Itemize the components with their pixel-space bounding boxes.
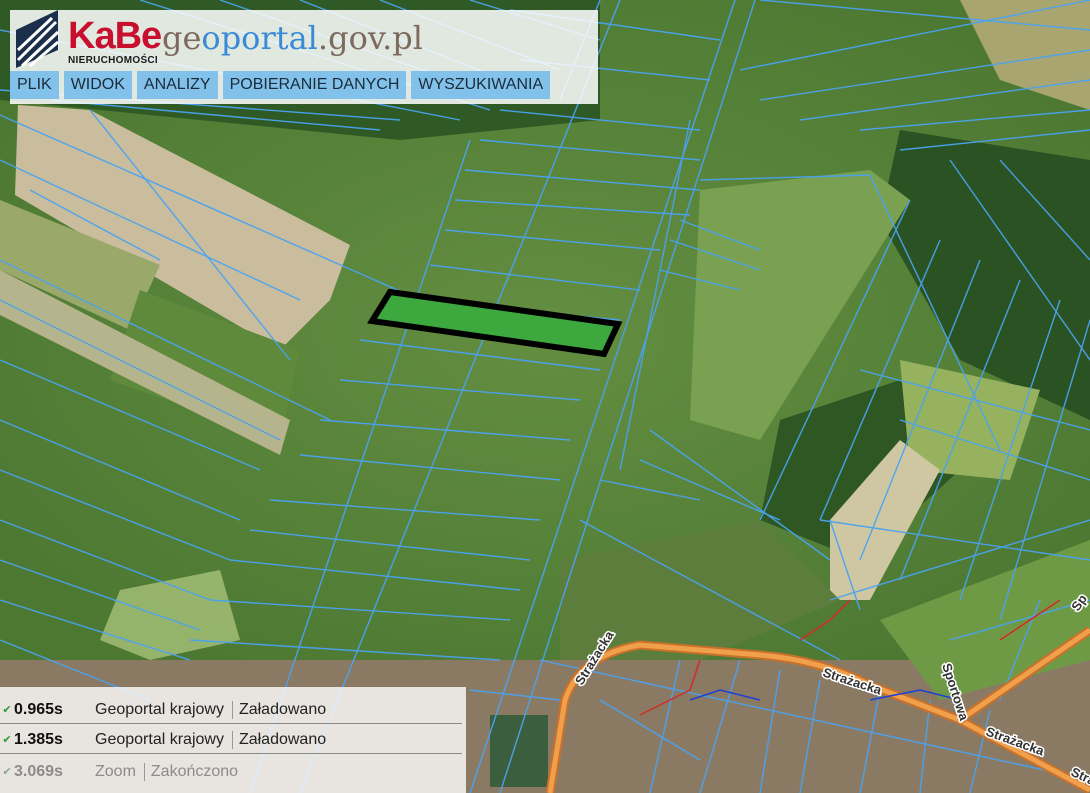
menu-plik[interactable]: PLIK (10, 71, 59, 99)
status-state: Załadowano (238, 731, 327, 748)
status-row: ✔ 3.069s Zoom Zakończono (0, 759, 462, 785)
status-service: Geoportal krajowy (95, 701, 224, 718)
site-title-prefix: ge (162, 19, 202, 57)
status-service: Zoom (95, 763, 136, 780)
map-canvas[interactable]: Strażacka Strażacka Sportowa Strażacka S… (0, 0, 1090, 793)
site-title: geoportal.gov.pl (162, 18, 423, 58)
menu-wyszukiwania[interactable]: WYSZUKIWANIA (411, 71, 551, 99)
pond (490, 715, 548, 787)
check-icon: ✔ (2, 734, 12, 746)
check-icon: ✔ (2, 704, 12, 716)
status-time: 3.069s (14, 763, 63, 780)
brand-subtitle: NIERUCHOMOŚCI (68, 55, 159, 66)
menu-pobieranie-danych[interactable]: POBIERANIE DANYCH (222, 71, 407, 99)
status-state: Załadowano (238, 701, 327, 718)
menu-widok[interactable]: WIDOK (63, 71, 132, 99)
site-title-suffix: .gov.pl (317, 19, 423, 57)
divider (143, 763, 145, 781)
check-icon: ✔ (2, 766, 12, 778)
status-state: Zakończono (150, 763, 239, 780)
brand-name: KaBe (68, 15, 162, 57)
status-time: 0.965s (14, 701, 63, 718)
status-row: ✔ 1.385s Geoportal krajowy Załadowano (0, 727, 462, 754)
status-time: 1.385s (14, 731, 63, 748)
divider (231, 701, 233, 719)
divider (231, 731, 233, 749)
main-menu: PLIK WIDOK ANALIZY POBIERANIE DANYCH WYS… (10, 71, 551, 99)
status-service: Geoportal krajowy (95, 731, 224, 748)
status-log: ✔ 0.965s Geoportal krajowy Załadowano ✔ … (0, 687, 466, 793)
app-header: KaBe NIERUCHOMOŚCI geoportal.gov.pl PLIK… (10, 10, 598, 104)
kabe-logo-icon (16, 10, 60, 68)
menu-analizy[interactable]: ANALIZY (136, 71, 218, 99)
site-title-highlight: oportal (201, 19, 318, 57)
status-row: ✔ 0.965s Geoportal krajowy Załadowano (0, 697, 462, 724)
